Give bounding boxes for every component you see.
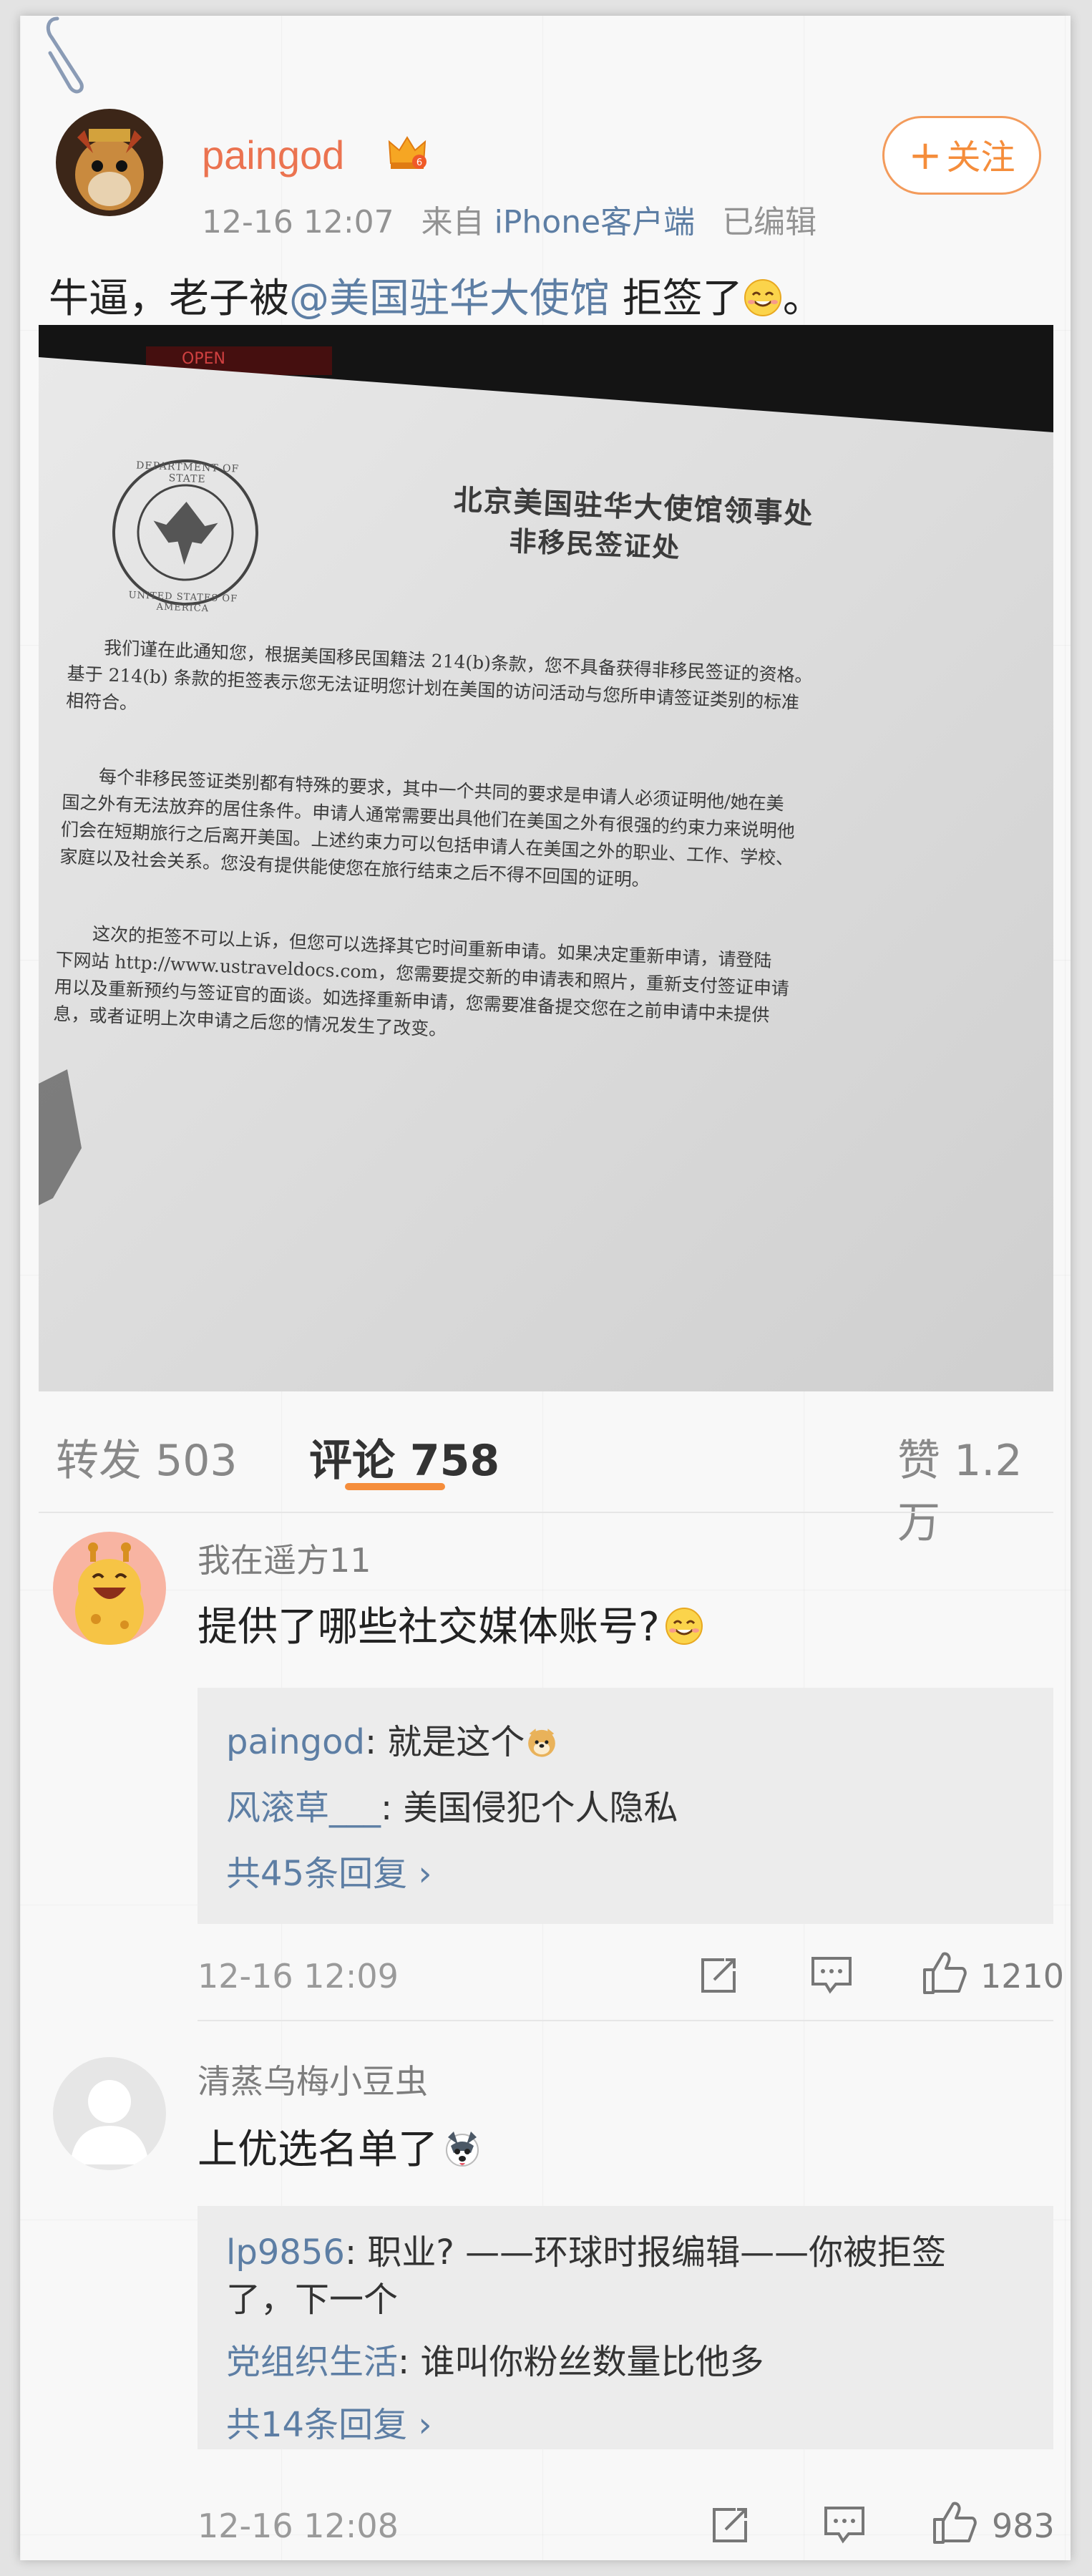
comment-divider xyxy=(198,2020,1053,2021)
commenter-name[interactable]: 我在遥方11 xyxy=(198,1535,371,1582)
like-icon[interactable] xyxy=(919,1948,969,1998)
edited-label: 已编辑 xyxy=(722,204,817,240)
like-count: 1210 xyxy=(980,1957,1065,1996)
comment-text: 上优选名单了 xyxy=(198,2117,482,2175)
chevron-right-icon: › xyxy=(418,2405,432,2445)
post-meta: 12-16 12:07 来自 iPhone客户端 已编辑 xyxy=(202,196,816,242)
source-prefix: 来自 xyxy=(421,204,484,240)
post-text: 牛逼，老子被@美国驻华大使馆 拒签了。 xyxy=(49,266,823,324)
paperclip-icon xyxy=(46,16,84,94)
view-more-replies-link[interactable]: 共14条回复 › xyxy=(226,2396,432,2446)
comment-icon[interactable] xyxy=(809,1954,854,1997)
repost-icon[interactable] xyxy=(707,2502,753,2548)
active-tab-indicator xyxy=(345,1483,445,1490)
state-department-seal: DEPARTMENT OF STATE UNITED STATES OF AME… xyxy=(107,455,263,614)
follow-label: 关注 xyxy=(946,137,1015,178)
tab-likes[interactable]: 赞 1.2万 xyxy=(897,1426,1053,1550)
like-icon[interactable] xyxy=(929,2498,979,2548)
reply-item[interactable]: paingod: 就是这个 xyxy=(226,1714,559,1764)
tab-comments[interactable]: 评论 758 xyxy=(309,1426,499,1488)
post-text-end: 。 xyxy=(782,276,823,322)
commenter-name[interactable]: 清蒸乌梅小豆虫 xyxy=(198,2056,428,2103)
smile-emoji-icon xyxy=(744,279,781,316)
view-more-replies-link[interactable]: 共45条回复 › xyxy=(226,1845,432,1895)
repost-icon[interactable] xyxy=(696,1953,741,1998)
source-client[interactable]: iPhone客户端 xyxy=(494,204,696,240)
tab-repost[interactable]: 转发 503 xyxy=(56,1426,238,1488)
post-text-middle: 拒签了 xyxy=(610,276,743,322)
post-time: 12-16 12:07 xyxy=(202,204,394,240)
comment-time: 12-16 12:09 xyxy=(198,1957,399,1996)
plus-icon: + xyxy=(908,132,942,179)
reply-box[interactable]: paingod: 就是这个 风滚草___: 美国侵犯个人隐私 共45条回复 › xyxy=(198,1688,1053,1924)
comment-time: 12-16 12:08 xyxy=(198,2507,399,2545)
post-image[interactable]: OPEN DEPARTMENT OF STATE UNITED STATES O… xyxy=(39,325,1053,1391)
like-count: 983 xyxy=(992,2507,1055,2545)
smile-emoji-icon xyxy=(665,1608,703,1645)
reply-item[interactable]: 风滚草___: 美国侵犯个人隐私 xyxy=(226,1779,678,1829)
chevron-right-icon: › xyxy=(418,1854,432,1894)
commenter-avatar[interactable] xyxy=(53,2057,166,2170)
letter-subtitle: 非移民签证处 xyxy=(508,524,682,564)
post-tabs: 转发 503 评论 758 赞 1.2万 xyxy=(39,1411,1053,1548)
doge-emoji-icon xyxy=(528,1729,556,1757)
comment-text: 提供了哪些社交媒体账号? xyxy=(198,1595,704,1653)
mention-link[interactable]: @美国驻华大使馆 xyxy=(289,276,610,322)
svg-text:OPEN: OPEN xyxy=(182,350,225,368)
crown-badge-icon[interactable]: 6 xyxy=(386,132,428,173)
post-text-start: 牛逼，老子被 xyxy=(49,276,289,322)
reply-item[interactable]: 党组织生活: 谁叫你粉丝数量比他多 xyxy=(226,2333,764,2383)
follow-button[interactable]: + 关注 xyxy=(882,116,1041,195)
seal-top-text: DEPARTMENT OF STATE xyxy=(135,460,240,485)
comment-icon[interactable] xyxy=(822,2504,867,2547)
author-avatar[interactable] xyxy=(56,109,163,216)
seal-bottom-text: UNITED STATES OF AMERICA xyxy=(128,590,238,615)
tabs-divider xyxy=(39,1512,1053,1513)
reply-item[interactable]: lp9856: 职业? ——环球时报编辑——你被拒签 了，下一个 xyxy=(226,2229,1035,2323)
svg-text:6: 6 xyxy=(416,157,422,168)
reply-box[interactable]: lp9856: 职业? ——环球时报编辑——你被拒签 了，下一个 党组织生活: 谁… xyxy=(198,2206,1053,2449)
author-name[interactable]: paingod xyxy=(202,132,344,178)
weibo-post-page: paingod 6 12-16 12:07 来自 iPhone客户端 已编辑 +… xyxy=(20,16,1071,2560)
commenter-avatar[interactable] xyxy=(53,1532,166,1645)
dog-emoji-icon xyxy=(446,2132,479,2167)
